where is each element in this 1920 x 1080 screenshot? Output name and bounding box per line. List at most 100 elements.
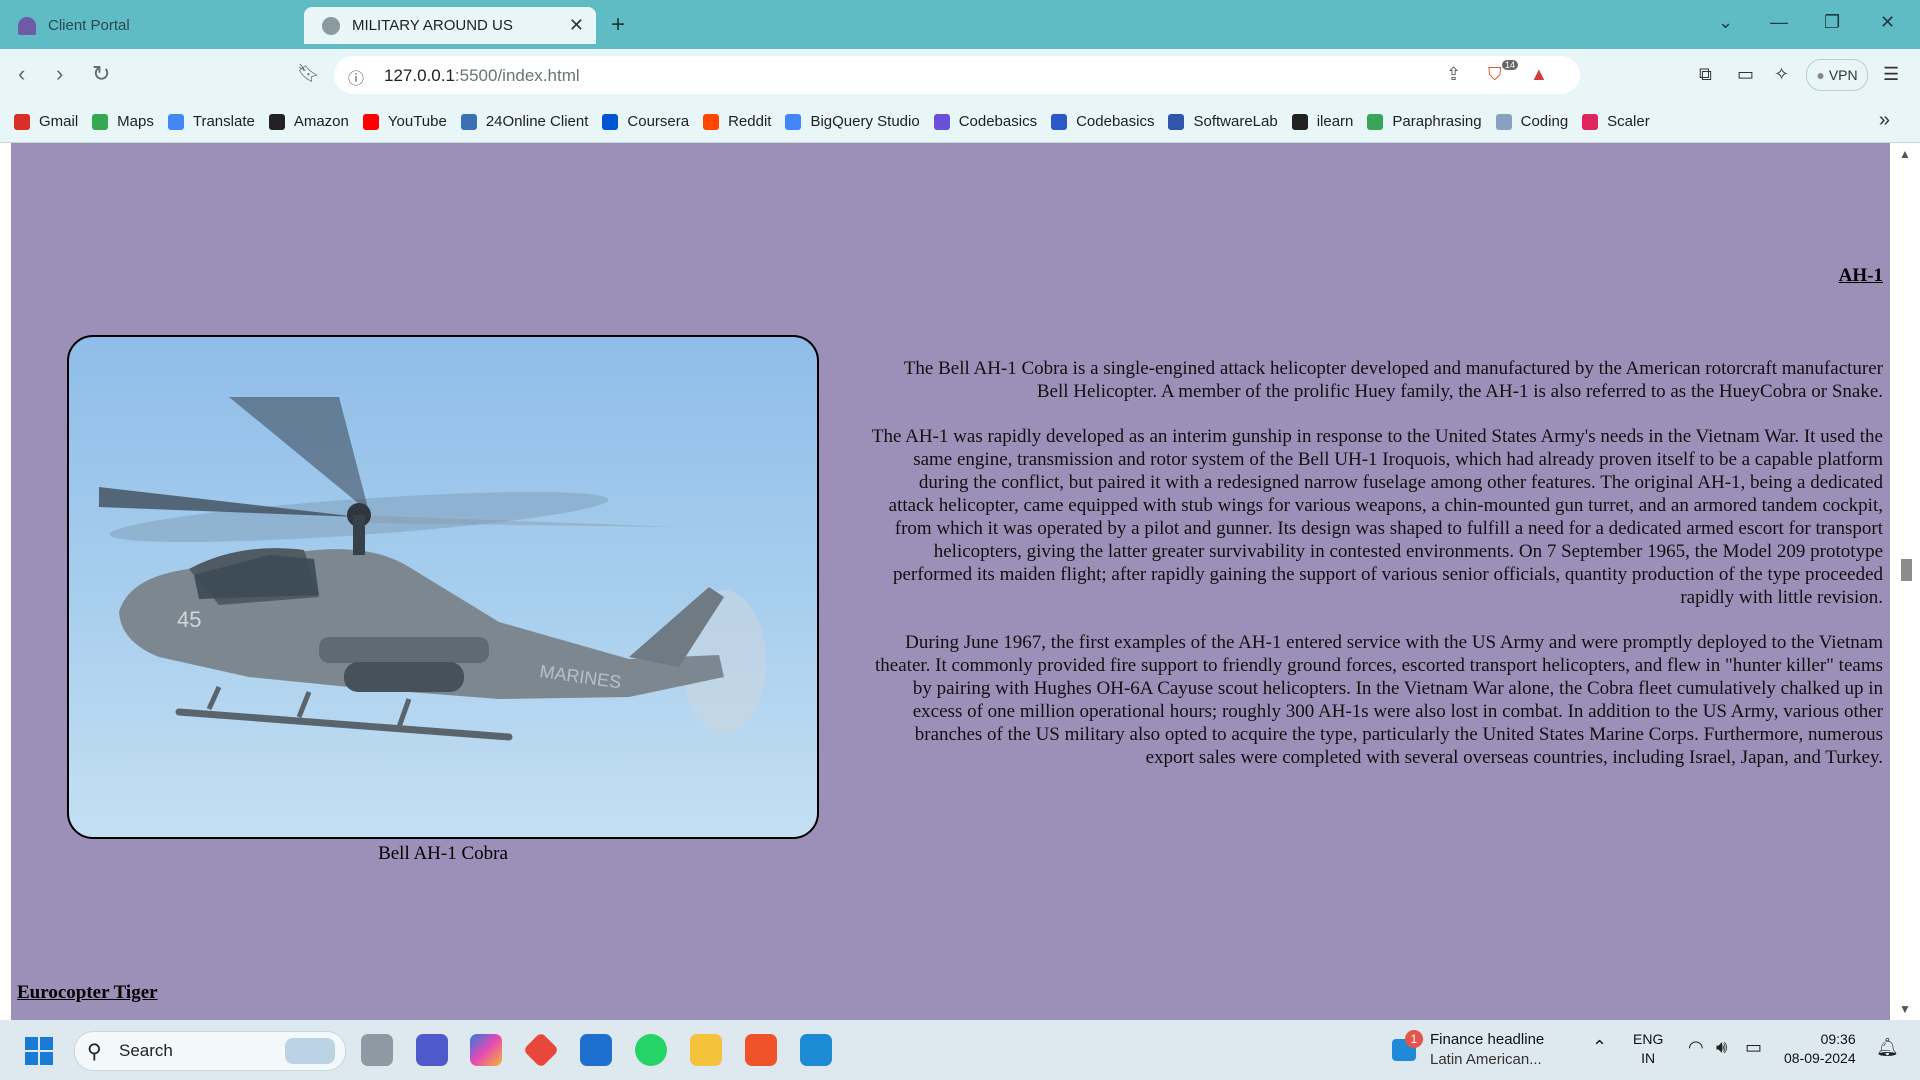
bookmark-label: Paraphrasing — [1392, 113, 1482, 130]
bookmark-item[interactable]: Coursera — [602, 113, 689, 130]
new-tab-button[interactable]: + — [611, 11, 625, 39]
codebasics-rocket-icon — [933, 113, 950, 130]
bookmark-item[interactable]: 24Online Client — [460, 113, 589, 130]
tab-list-chevron-icon[interactable]: ⌄ — [1718, 12, 1733, 33]
coding-icon — [1495, 113, 1512, 130]
bookmark-item[interactable]: Amazon — [268, 113, 349, 130]
bookmarks-bar: Gmail Maps Translate Amazon YouTube 24Online … — [0, 101, 1920, 143]
scroll-down-arrow-icon[interactable]: ▼ — [1899, 1002, 1911, 1016]
tail-number-text: 45 — [177, 607, 201, 632]
news-subtitle: Latin American... — [1430, 1051, 1542, 1068]
wifi-icon[interactable]: ◠ — [1688, 1037, 1704, 1058]
brave-rewards-icon[interactable]: ▲ — [1530, 64, 1548, 85]
scroll-up-arrow-icon[interactable]: ▲ — [1899, 147, 1911, 161]
bookmark-item[interactable]: BigQuery Studio — [785, 113, 920, 130]
clock-date: 08-09-2024 — [1784, 1050, 1856, 1066]
browser-toolbar: ‹ › ↻ 🔖︎ ⓘ 127.0.0.1:5500/index.html ⇪ ⛉… — [0, 49, 1920, 101]
scaler-icon — [1582, 113, 1599, 130]
menu-icon[interactable]: ☰ — [1883, 64, 1899, 85]
task-view-icon[interactable] — [361, 1034, 393, 1066]
restore-button[interactable]: ❐ — [1824, 12, 1840, 33]
bookmark-item[interactable]: SoftwareLab — [1168, 113, 1278, 130]
copilot-icon[interactable] — [470, 1034, 502, 1066]
bookmark-item[interactable]: Paraphrasing — [1367, 113, 1482, 130]
language-indicator[interactable]: ENG IN — [1633, 1030, 1663, 1068]
share-icon[interactable]: ⇪ — [1446, 64, 1461, 85]
vpn-status-icon: ● — [1816, 67, 1825, 83]
notification-bell-icon[interactable]: 🔔︎ — [1876, 1037, 1899, 1058]
battery-icon[interactable]: ▭ — [1745, 1037, 1762, 1058]
paragraph-intro: The Bell AH-1 Cobra is a single-engined … — [903, 358, 1883, 402]
scrollbar-thumb[interactable] — [1901, 559, 1912, 581]
clock-time: 09:36 — [1820, 1031, 1856, 1047]
tab-client-portal[interactable]: Client Portal — [0, 7, 296, 44]
brave-shields-icon[interactable]: ⛉ — [1488, 64, 1502, 85]
minimize-button[interactable]: — — [1770, 12, 1788, 33]
figure-caption: Bell AH-1 Cobra — [378, 843, 508, 864]
bookmark-page-icon[interactable]: 🔖︎ — [297, 63, 320, 84]
bookmark-label: 24Online Client — [485, 113, 589, 130]
bookmark-label: SoftwareLab — [1193, 113, 1278, 130]
windows-taskbar: ⚲ Search 1 Finance headline Latin Americ… — [0, 1020, 1920, 1080]
bookmark-item[interactable]: Codebasics — [933, 113, 1037, 130]
bookmark-label: Coding — [1520, 113, 1569, 130]
youtube-icon — [362, 113, 379, 130]
softwarelab-icon — [1168, 113, 1185, 130]
clock[interactable]: 09:36 08-09-2024 — [1784, 1030, 1856, 1068]
reload-button[interactable]: ↻ — [92, 61, 110, 87]
bookmark-item[interactable]: ilearn — [1291, 113, 1353, 130]
news-badge: 1 — [1405, 1030, 1423, 1048]
taskbar-search[interactable]: ⚲ Search — [74, 1031, 346, 1071]
brave-browser-icon[interactable] — [745, 1034, 777, 1066]
extensions-icon[interactable]: ⧉ — [1699, 64, 1712, 85]
show-hidden-icons-chevron-icon[interactable]: ⌃ — [1592, 1037, 1607, 1058]
language-code: ENG — [1633, 1031, 1664, 1047]
site-info-icon[interactable]: ⓘ — [348, 65, 364, 89]
anydesk-icon[interactable] — [522, 1031, 560, 1069]
bookmark-label: Maps — [117, 113, 154, 130]
file-explorer-icon[interactable] — [690, 1034, 722, 1066]
address-bar[interactable]: ⓘ 127.0.0.1:5500/index.html ⇪ ⛉ 14 ▲ — [334, 56, 1580, 94]
paragraph-service: During June 1967, the first examples of … — [875, 632, 1883, 768]
bookmark-item[interactable]: Coding — [1495, 113, 1569, 130]
bookmark-item[interactable]: YouTube — [362, 113, 447, 130]
teams-icon[interactable] — [416, 1034, 448, 1066]
bigquery-icon — [785, 113, 802, 130]
bookmark-item[interactable]: Scaler — [1582, 113, 1650, 130]
bookmark-item[interactable]: Maps — [92, 113, 154, 130]
helicopter-figure: 45 MARINES Bell AH-1 Cobra — [67, 335, 819, 865]
bookmark-item[interactable]: Translate — [167, 113, 255, 130]
leo-ai-icon[interactable]: ✧ — [1774, 64, 1789, 85]
wallet-icon[interactable]: ▭ — [1737, 64, 1754, 85]
forward-button[interactable]: › — [56, 61, 63, 87]
tab-title: Client Portal — [48, 17, 130, 34]
search-icon: ⚲ — [87, 1041, 102, 1063]
close-tab-icon[interactable]: ✕ — [569, 15, 584, 36]
bookmark-label: Scaler — [1607, 113, 1650, 130]
tab-military-around-us[interactable]: MILITARY AROUND US ✕ — [304, 7, 596, 44]
tab-bar: Client Portal MILITARY AROUND US ✕ + ⌄ —… — [0, 0, 1920, 49]
ah1-article: The Bell AH-1 Cobra is a single-engined … — [871, 357, 1883, 791]
bookmark-item[interactable]: Codebasics — [1051, 113, 1154, 130]
vpn-button[interactable]: ● VPN — [1806, 59, 1868, 91]
vertical-scrollbar[interactable]: ▲ ▼ — [1890, 143, 1920, 1020]
bookmark-item[interactable]: Reddit — [703, 113, 771, 130]
news-widget[interactable]: 1 Finance headline Latin American... — [1392, 1029, 1562, 1073]
close-window-button[interactable]: ✕ — [1880, 12, 1895, 33]
back-button[interactable]: ‹ — [18, 61, 25, 87]
microsoft-store-icon[interactable] — [580, 1034, 612, 1066]
codebasics-icon — [1051, 113, 1068, 130]
search-highlight-icon — [285, 1038, 335, 1064]
more-bookmarks-icon[interactable]: » — [1879, 109, 1890, 132]
bookmark-label: BigQuery Studio — [810, 113, 920, 130]
vscode-icon[interactable] — [800, 1034, 832, 1066]
url-text[interactable]: 127.0.0.1:5500/index.html — [384, 66, 580, 86]
amazon-icon — [268, 113, 285, 130]
whatsapp-icon[interactable] — [635, 1034, 667, 1066]
region-code: IN — [1641, 1050, 1656, 1066]
windows-start-icon[interactable] — [25, 1037, 53, 1065]
bookmark-label: Gmail — [39, 113, 79, 130]
volume-icon[interactable]: 🔊︎ — [1716, 1037, 1727, 1058]
bookmark-item[interactable]: Gmail — [14, 113, 78, 130]
helicopter-photo: 45 MARINES — [67, 335, 819, 839]
